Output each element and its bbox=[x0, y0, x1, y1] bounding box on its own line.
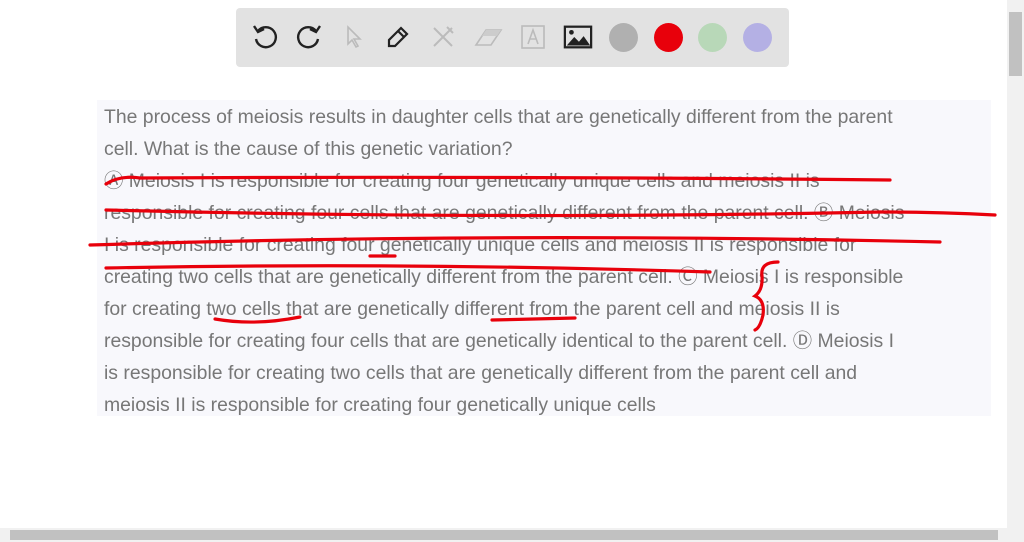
color-gray[interactable] bbox=[609, 23, 638, 52]
color-green[interactable] bbox=[698, 23, 727, 52]
pen-icon[interactable] bbox=[383, 22, 413, 52]
image-icon[interactable] bbox=[563, 22, 593, 52]
option-b-line: I is responsible for creating four genet… bbox=[104, 234, 857, 256]
option-c-d-line: responsible for creating four cells that… bbox=[104, 330, 895, 352]
redo-icon[interactable] bbox=[294, 22, 324, 52]
text-icon[interactable] bbox=[518, 22, 548, 52]
question-line: The process of meiosis results in daught… bbox=[104, 106, 893, 128]
option-c-line: for creating two cells that are genetica… bbox=[104, 298, 840, 320]
option-a-b-line: responsible for creating four cells that… bbox=[104, 202, 905, 224]
undo-icon[interactable] bbox=[250, 22, 280, 52]
question-line: cell. What is the cause of this genetic … bbox=[104, 138, 513, 160]
vertical-scrollbar[interactable] bbox=[1007, 0, 1024, 528]
option-d-line: is responsible for creating two cells th… bbox=[104, 362, 858, 384]
horizontal-scrollbar[interactable] bbox=[0, 528, 1024, 542]
option-a-line: Ⓐ Meiosis I is responsible for creating … bbox=[104, 170, 820, 192]
option-b-c-line: creating two cells that are genetically … bbox=[104, 266, 904, 288]
option-d-line: meiosis II is responsible for creating f… bbox=[104, 394, 656, 416]
eraser-icon[interactable] bbox=[473, 22, 503, 52]
color-red[interactable] bbox=[654, 23, 683, 52]
color-purple[interactable] bbox=[743, 23, 772, 52]
tools-icon[interactable] bbox=[428, 22, 458, 52]
select-icon[interactable] bbox=[339, 22, 369, 52]
vertical-scroll-thumb[interactable] bbox=[1009, 12, 1022, 76]
horizontal-scroll-thumb[interactable] bbox=[10, 530, 998, 540]
drawing-toolbar bbox=[236, 8, 789, 67]
question-text-block: The process of meiosis results in daught… bbox=[97, 100, 991, 416]
